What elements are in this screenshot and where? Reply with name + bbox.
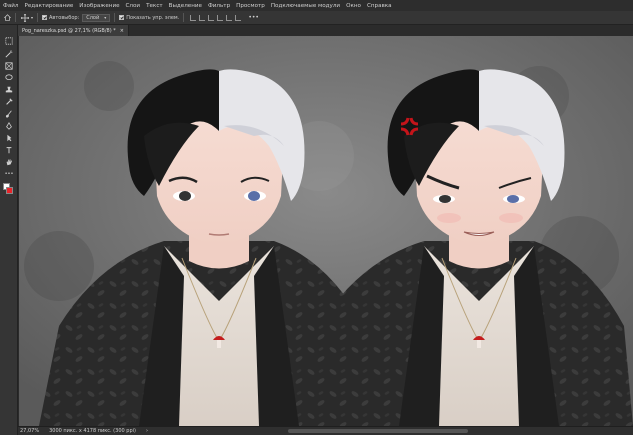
frame-icon[interactable]	[4, 61, 14, 70]
document-title: Pog_nareszka.psd @ 27,1% (RGB/8) *	[22, 27, 116, 34]
move-tool-icon[interactable]	[20, 13, 30, 22]
separator	[37, 13, 39, 22]
brush-icon[interactable]	[4, 109, 14, 118]
menu-edit[interactable]: Редактирование	[24, 3, 73, 9]
menu-window[interactable]: Окно	[346, 3, 361, 9]
separator	[183, 13, 185, 22]
align-left-icon[interactable]	[189, 14, 196, 21]
menu-layers[interactable]: Слои	[126, 3, 141, 9]
separator	[15, 13, 16, 22]
photoshop-window: Файл Редактирование Изображение Слои Тек…	[0, 0, 633, 435]
align-center-icon[interactable]	[198, 14, 205, 21]
options-bar: ▾ Автовыбор: Слой ▾ Показать упр. элем. …	[0, 11, 633, 25]
menu-filter[interactable]: Фильтр	[208, 3, 230, 9]
more-tools-icon[interactable]: •••	[4, 169, 14, 178]
menu-plugins[interactable]: Подключаемые модули	[271, 3, 340, 9]
align-middle-icon[interactable]	[225, 14, 232, 21]
document-tab[interactable]: Pog_nareszka.psd @ 27,1% (RGB/8) * ×	[18, 25, 129, 36]
chevron-down-icon[interactable]: ▾	[31, 15, 33, 20]
pen-icon[interactable]	[4, 121, 14, 130]
autoselect-target-dropdown[interactable]: Слой ▾	[82, 13, 111, 22]
status-bar: 27,07% 3000 пикс. x 4178 пикс. (300 ppi)…	[18, 426, 633, 435]
artwork-canvas	[19, 36, 633, 426]
home-icon[interactable]	[3, 14, 11, 22]
canvas-area[interactable]	[19, 36, 633, 426]
menu-file[interactable]: Файл	[3, 3, 18, 9]
menu-type[interactable]: Текст	[146, 3, 163, 9]
autoselect-label: Автовыбор:	[49, 14, 80, 21]
type-icon[interactable]	[4, 145, 14, 154]
hand-icon[interactable]	[4, 157, 14, 166]
magic-wand-icon[interactable]	[4, 49, 14, 58]
status-chevron-icon[interactable]: ›	[146, 428, 148, 434]
menu-bar: Файл Редактирование Изображение Слои Тек…	[0, 0, 633, 11]
more-options-button[interactable]: •••	[248, 14, 259, 21]
document-size: 3000 пикс. x 4178 пикс. (300 ppi)	[49, 428, 136, 434]
tools-panel: •••	[0, 25, 18, 435]
zoom-level[interactable]: 27,07%	[20, 428, 39, 434]
horizontal-scrollbar[interactable]	[288, 429, 468, 433]
menu-image[interactable]: Изображение	[79, 3, 119, 9]
path-select-icon[interactable]	[4, 133, 14, 142]
close-icon[interactable]: ×	[120, 28, 124, 34]
menu-view[interactable]: Просмотр	[236, 3, 265, 9]
dropdown-value: Слой	[86, 14, 100, 21]
show-transform-controls-checkbox[interactable]	[119, 15, 125, 20]
eyedropper-icon[interactable]	[4, 97, 14, 106]
align-right-icon[interactable]	[207, 14, 214, 21]
menu-help[interactable]: Справка	[367, 3, 392, 9]
stamp-icon[interactable]	[4, 85, 14, 94]
align-bottom-icon[interactable]	[234, 14, 241, 21]
chevron-down-icon: ▾	[104, 15, 107, 20]
menu-select[interactable]: Выделение	[169, 3, 202, 9]
document-tabs: Pog_nareszka.psd @ 27,1% (RGB/8) * ×	[18, 25, 633, 36]
align-top-icon[interactable]	[216, 14, 223, 21]
show-transform-controls-label: Показать упр. элем.	[126, 14, 180, 21]
background-color-swatch[interactable]	[6, 187, 13, 194]
separator	[114, 13, 116, 22]
autoselect-checkbox[interactable]	[42, 15, 48, 20]
lasso-icon[interactable]	[4, 73, 14, 82]
marquee-icon[interactable]	[4, 36, 14, 45]
